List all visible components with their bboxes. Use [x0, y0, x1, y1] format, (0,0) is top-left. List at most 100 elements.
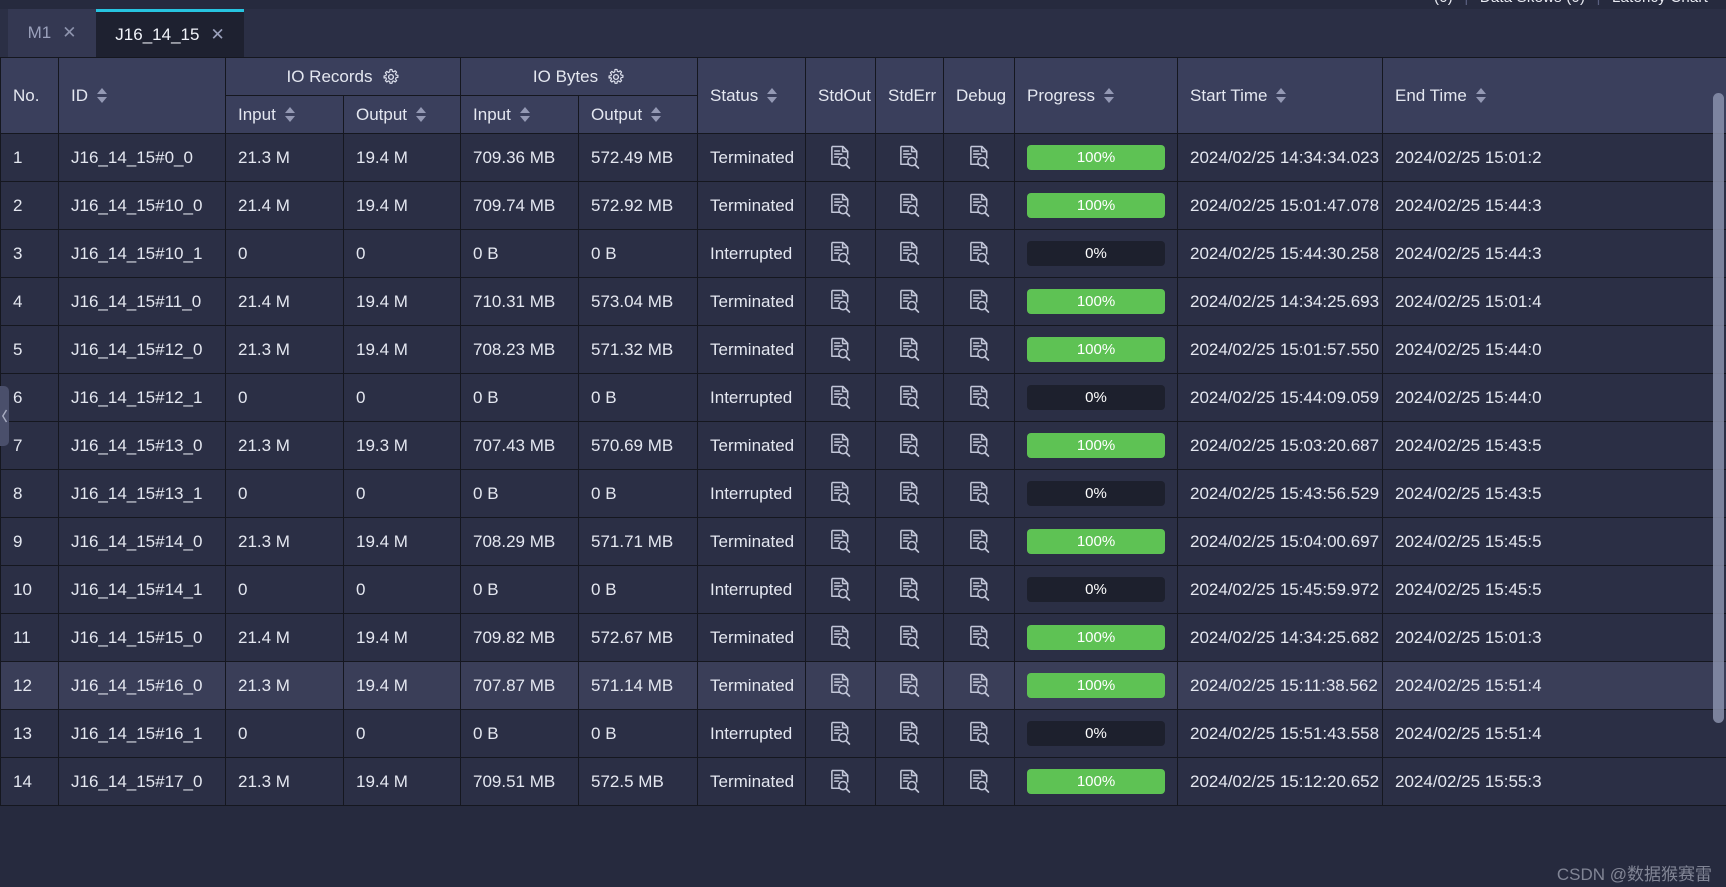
document-search-icon[interactable] [898, 721, 921, 746]
col-end-time[interactable]: End Time [1382, 57, 1726, 134]
table-row[interactable]: 7 J16_14_15#13_0 21.3 M 19.3 M 707.43 MB 570.… [0, 421, 1726, 470]
table-row[interactable]: 14 J16_14_15#17_0 21.3 M 19.4 M 709.51 MB 572… [0, 757, 1726, 806]
cell-stdout[interactable] [805, 325, 877, 374]
table-row[interactable]: 4 J16_14_15#11_0 21.4 M 19.4 M 710.31 MB 573.… [0, 277, 1726, 326]
document-search-icon[interactable] [898, 193, 921, 218]
document-search-icon[interactable] [968, 193, 991, 218]
col-status-sorter[interactable] [767, 88, 778, 103]
document-search-icon[interactable] [898, 673, 921, 698]
document-search-icon[interactable] [898, 289, 921, 314]
cell-debug[interactable] [943, 709, 1016, 758]
cell-stdout[interactable] [805, 709, 877, 758]
col-bytes-output[interactable]: Output [578, 95, 699, 134]
cell-stderr[interactable] [875, 661, 945, 710]
table-vertical-scrollbar[interactable] [1713, 93, 1724, 887]
table-row[interactable]: 6 J16_14_15#12_1 0 0 0 B0 B Interrupted 0% 2024… [0, 373, 1726, 422]
cell-stdout[interactable] [805, 181, 877, 230]
cell-stdout[interactable] [805, 133, 877, 182]
document-search-icon[interactable] [968, 145, 991, 170]
cell-stderr[interactable] [875, 565, 945, 614]
cell-stderr[interactable] [875, 229, 945, 278]
document-search-icon[interactable] [829, 193, 852, 218]
cell-stderr[interactable] [875, 181, 945, 230]
document-search-icon[interactable] [829, 481, 852, 506]
document-search-icon[interactable] [898, 769, 921, 794]
cell-stdout[interactable] [805, 613, 877, 662]
document-search-icon[interactable] [968, 577, 991, 602]
cell-stdout[interactable] [805, 373, 877, 422]
cell-debug[interactable] [943, 565, 1016, 614]
col-id-sorter[interactable] [97, 88, 107, 103]
document-search-icon[interactable] [898, 385, 921, 410]
cell-stdout[interactable] [805, 229, 877, 278]
cell-debug[interactable] [943, 133, 1016, 182]
table-row[interactable]: 9 J16_14_15#14_0 21.3 M 19.4 M 708.29 MB 571.… [0, 517, 1726, 566]
table-row[interactable]: 12 J16_14_15#16_0 21.3 M 19.4 M 707.87 MB 571… [0, 661, 1726, 710]
close-icon[interactable]: ✕ [62, 23, 76, 43]
document-search-icon[interactable] [829, 145, 852, 170]
document-search-icon[interactable] [829, 529, 852, 554]
cell-stdout[interactable] [805, 757, 877, 806]
cell-stdout[interactable] [805, 661, 877, 710]
document-search-icon[interactable] [829, 241, 852, 266]
document-search-icon[interactable] [829, 673, 852, 698]
document-search-icon[interactable] [968, 673, 991, 698]
cell-stdout[interactable] [805, 469, 877, 518]
document-search-icon[interactable] [968, 433, 991, 458]
cell-debug[interactable] [943, 757, 1016, 806]
col-start-time-sorter[interactable] [1276, 88, 1287, 103]
col-bytes-output-sorter[interactable] [651, 107, 662, 122]
table-row[interactable]: 1 J16_14_15#0_0 21.3 M 19.4 M 709.36 MB 572.4… [0, 133, 1726, 182]
document-search-icon[interactable] [898, 481, 921, 506]
document-search-icon[interactable] [829, 385, 852, 410]
col-end-time-sorter[interactable] [1475, 88, 1486, 103]
document-search-icon[interactable] [968, 721, 991, 746]
document-search-icon[interactable] [829, 433, 852, 458]
cell-debug[interactable] [943, 661, 1016, 710]
document-search-icon[interactable] [898, 145, 921, 170]
cell-debug[interactable] [943, 325, 1016, 374]
document-search-icon[interactable] [898, 529, 921, 554]
cell-stderr[interactable] [875, 277, 945, 326]
col-records-input[interactable]: Input [225, 95, 344, 134]
col-progress[interactable]: Progress [1014, 57, 1179, 134]
scrollbar-thumb[interactable] [1713, 93, 1724, 723]
cell-debug[interactable] [943, 181, 1016, 230]
cell-debug[interactable] [943, 421, 1016, 470]
document-search-icon[interactable] [968, 625, 991, 650]
table-row[interactable]: 8 J16_14_15#13_1 0 0 0 B0 B Interrupted 0% 2024… [0, 469, 1726, 518]
table-row[interactable]: 2 J16_14_15#10_0 21.4 M 19.4 M 709.74 MB 572.… [0, 181, 1726, 230]
cell-debug[interactable] [943, 373, 1016, 422]
document-search-icon[interactable] [898, 625, 921, 650]
col-bytes-input-sorter[interactable] [519, 107, 530, 122]
document-search-icon[interactable] [968, 289, 991, 314]
col-status[interactable]: Status [697, 57, 807, 134]
cell-stdout[interactable] [805, 277, 877, 326]
cell-stdout[interactable] [805, 517, 877, 566]
document-search-icon[interactable] [968, 481, 991, 506]
panel-collapse-handle[interactable] [0, 386, 9, 446]
cell-stderr[interactable] [875, 757, 945, 806]
col-records-output-sorter[interactable] [416, 107, 427, 122]
cell-stderr[interactable] [875, 517, 945, 566]
document-search-icon[interactable] [968, 337, 991, 362]
document-search-icon[interactable] [968, 769, 991, 794]
document-search-icon[interactable] [829, 721, 852, 746]
tab-j16-14-15[interactable]: J16_14_15 ✕ [96, 9, 244, 57]
cell-stdout[interactable] [805, 421, 877, 470]
col-start-time[interactable]: Start Time [1177, 57, 1384, 134]
close-icon[interactable]: ✕ [210, 25, 224, 45]
document-search-icon[interactable] [898, 241, 921, 266]
document-search-icon[interactable] [968, 385, 991, 410]
document-search-icon[interactable] [829, 625, 852, 650]
document-search-icon[interactable] [968, 241, 991, 266]
cell-stderr[interactable] [875, 325, 945, 374]
document-search-icon[interactable] [829, 289, 852, 314]
table-row[interactable]: 11 J16_14_15#15_0 21.4 M 19.4 M 709.82 MB 572… [0, 613, 1726, 662]
col-progress-sorter[interactable] [1104, 88, 1115, 103]
cell-debug[interactable] [943, 613, 1016, 662]
col-id[interactable]: ID [58, 57, 226, 134]
cell-debug[interactable] [943, 517, 1016, 566]
cell-stdout[interactable] [805, 565, 877, 614]
cell-debug[interactable] [943, 469, 1016, 518]
